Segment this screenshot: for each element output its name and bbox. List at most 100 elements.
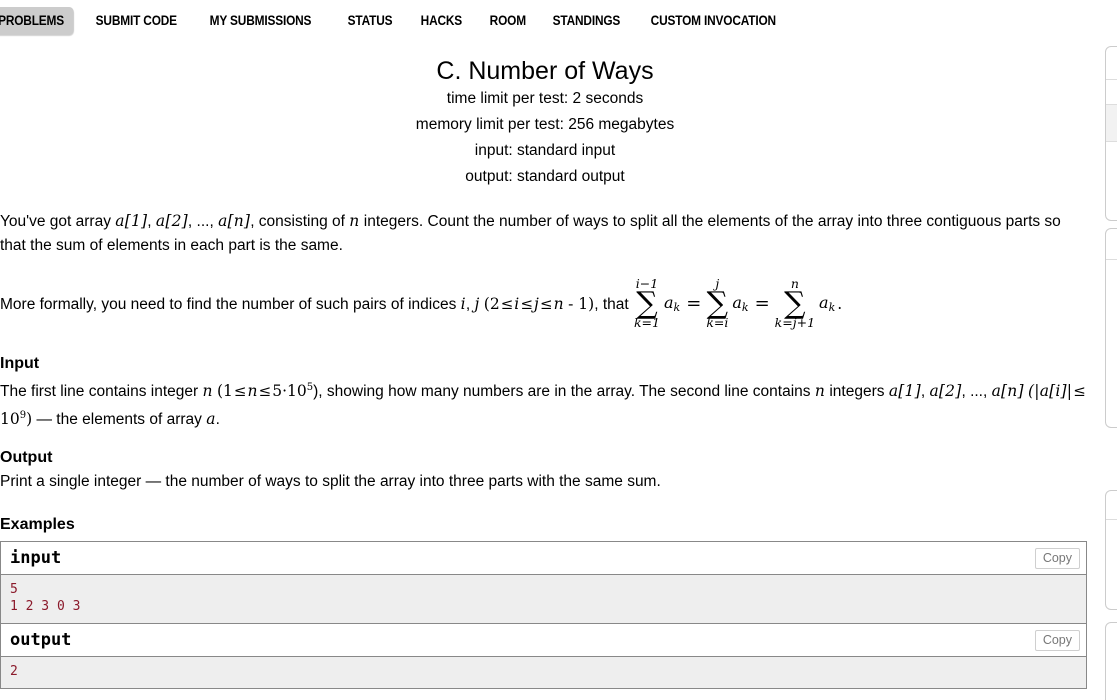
sidebar-card-row [1106,142,1117,222]
sample-output-content: 2 [1,656,1086,688]
sample-output-box: output Copy 2 [0,622,1087,689]
sum2-lower-limit: k=i [706,315,729,330]
nav-item-hacks[interactable]: HACKS [411,7,472,35]
sidebar-card-row [1106,80,1117,105]
sidebar-card-row [1106,260,1117,428]
input-bound: 5·105 [272,382,313,400]
statement-sep1: , [147,213,152,230]
sum3-body: ak [819,291,835,317]
input-le-1: ≤ [233,382,247,401]
summation-1: i−1 ∑ k=1 [633,277,660,330]
nav-item-custom-invocation[interactable]: CUSTOM INVOCATION [641,7,786,35]
input-dash: — the elements of array [36,410,202,428]
output-spec: output: standard output [465,168,625,185]
statement-mid: , consisting of [250,213,345,230]
equals-2: = [754,293,770,314]
sum2-body: ak [732,291,748,317]
range-n: n [553,294,564,313]
sum3-body-a: a [819,293,829,312]
input-spec: input: standard input [474,142,616,159]
math-a2: a[2] [155,212,188,230]
memory-limit: memory limit per test: 256 megabytes [415,116,675,133]
input-math-an: a[n] [991,382,1024,401]
sample-input-content: 5 1 2 3 0 3 [1,574,1086,623]
nav-item-submit-code[interactable]: SUBMIT CODE [86,7,187,35]
formal-paragraph: More formally, you need to find the numb… [0,277,1090,337]
sample-input-box: input Copy 5 1 2 3 0 3 [0,540,1087,623]
nav-item-standings[interactable]: STANDINGS [543,7,630,35]
sigma-icon: ∑ [636,285,658,321]
le-2: ≤ [520,294,534,313]
input-le-3: ≤ [1073,382,1086,401]
le-3: ≤ [540,294,553,313]
sidebar-card-row [1106,491,1117,520]
page-title: C. Number of Ways [436,57,654,85]
sum1-body-a: a [664,293,674,312]
right-sidebar [1105,0,1117,700]
input-le-2: ≤ [258,382,272,401]
problem-statement: C. Number of Ways time limit per test: 2… [0,56,1090,689]
input-abs-bound-base: 10 [0,409,20,428]
statement-paragraph: You've got array a[1], a[2], ..., a[n], … [0,210,1090,257]
sum2-body-a: a [732,293,742,312]
math-an: a[n] [218,212,251,230]
summation-3: n ∑ k=j+1 [774,277,816,330]
input-range-n: n [247,382,258,401]
sidebar-card-1[interactable] [1105,46,1117,221]
input-p2: integers [829,383,885,401]
sidebar-card-row [1106,105,1117,142]
input-bound-base: 5·10 [272,382,307,401]
summation-2: j ∑ k=i [706,277,729,330]
time-limit: time limit per test: 2 seconds [446,90,644,107]
input-math-n3: n [814,382,826,401]
problem-header: C. Number of Ways time limit per test: 2… [0,56,1090,190]
sum2-body-sub: k [741,301,749,314]
input-section-heading: Input [0,355,40,372]
input-abs-close: ) [26,409,33,428]
input-abs-open: (|a[i]| [1028,382,1073,401]
sample-tests: input Copy 5 1 2 3 0 3 output Copy 2 [0,540,1090,689]
sidebar-card-row [1106,47,1117,80]
input-period: . [215,410,220,428]
main-navigation: PROBLEMS SUBMIT CODE MY SUBMISSIONS STAT… [0,0,1117,42]
input-abs-bound: 109 [0,410,26,428]
equals-1: = [686,293,702,314]
input-math-a2: a[2] [929,382,962,401]
input-math-n: n [202,382,213,401]
math-n: n [349,212,360,230]
copy-input-button[interactable]: Copy [1034,547,1080,569]
input-c1: , [920,383,926,401]
nav-item-problems[interactable]: PROBLEMS [0,7,74,35]
sidebar-card-3[interactable] [1105,490,1117,610]
sidebar-card-row [1106,623,1117,700]
sidebar-card-2[interactable] [1105,228,1117,428]
sum3-lower-limit: k=j+1 [774,315,816,330]
sidebar-card-4[interactable] [1105,622,1117,700]
examples-heading: Examples [0,515,75,533]
math-a1: a[1] [115,212,148,230]
output-specification: Print a single integer — the number of w… [0,473,661,491]
sum1-body-sub: k [673,301,681,314]
sigma-icon: ∑ [706,285,729,321]
range-open: (2 [483,294,500,313]
nav-item-my-submissions[interactable]: MY SUBMISSIONS [200,7,321,35]
copy-output-button[interactable]: Copy [1034,629,1080,651]
sigma-icon: ∑ [784,285,806,321]
nav-item-room[interactable]: ROOM [480,7,536,35]
math-j: j [474,294,480,313]
input-c2: , ..., [961,383,988,401]
statement-sep2: , ..., [187,213,214,230]
sample-input-title: input Copy [1,541,1086,575]
sum1-lower-limit: k=1 [633,315,660,330]
sample-output-label: output [10,629,72,650]
statement-lead: You've got array [0,213,111,230]
sidebar-card-row [1106,229,1117,260]
nav-item-status[interactable]: STATUS [338,7,402,35]
le-1: ≤ [500,294,514,313]
input-close: ), showing how many numbers are in the a… [313,383,811,401]
sample-output-title: output Copy [1,623,1086,657]
range-minus-one: - 1) [568,294,595,313]
formal-comma: , [465,295,471,313]
input-math-a: a [206,409,216,428]
sum3-body-sub: k [828,301,836,314]
